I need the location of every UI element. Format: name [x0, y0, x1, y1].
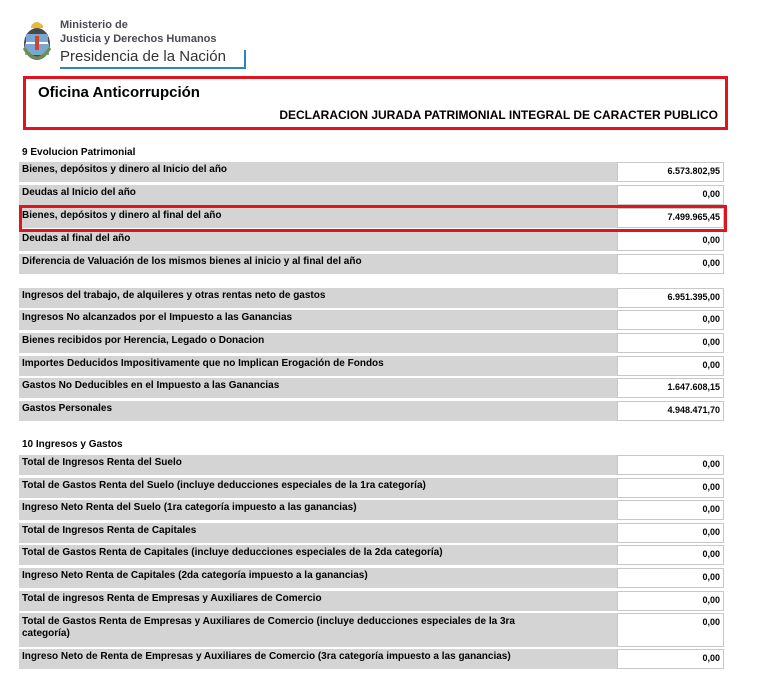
row-value: 0,00	[617, 500, 724, 520]
ministry-line1: Ministerio de	[60, 19, 128, 31]
table-row: Importes Deducidos Impositivamente que n…	[19, 356, 724, 376]
row-label: Total de Gastos Renta de Capitales (incl…	[19, 545, 617, 565]
header-highlight-box: Oficina Anticorrupción DECLARACION JURAD…	[23, 76, 728, 130]
row-label: Ingresos del trabajo, de alquileres y ot…	[19, 288, 617, 308]
argentina-shield-icon	[22, 22, 52, 60]
table-row: Deudas al Inicio del año 0,00	[19, 185, 724, 205]
row-label: Ingreso Neto Renta de Capitales (2da cat…	[19, 568, 617, 588]
row-label: Importes Deducidos Impositivamente que n…	[19, 356, 617, 376]
row-value: 0,00	[617, 185, 724, 205]
office-title: Oficina Anticorrupción	[38, 84, 200, 101]
row-value: 0,00	[617, 568, 724, 588]
row-label: Bienes recibidos por Herencia, Legado o …	[19, 333, 617, 353]
ministry-logo: Ministerio de Justicia y Derechos Humano…	[22, 14, 246, 74]
table-row: Ingreso Neto de Renta de Empresas y Auxi…	[19, 649, 724, 669]
logo-divider	[244, 50, 246, 69]
declaration-title: DECLARACION JURADA PATRIMONIAL INTEGRAL …	[279, 108, 718, 122]
row-value: 0,00	[617, 545, 724, 565]
row-label: Total de Ingresos Renta del Suelo	[19, 455, 617, 475]
row-label-text: Total de Gastos Renta de Empresas y Auxi…	[22, 616, 515, 639]
table-row: Total de ingresos Renta de Empresas y Au…	[19, 591, 724, 611]
row-label: Total de Gastos Renta del Suelo (incluye…	[19, 478, 617, 498]
row-value: 6.573.802,95	[617, 162, 724, 182]
row-label: Total de ingresos Renta de Empresas y Au…	[19, 591, 617, 611]
table-row: Bienes recibidos por Herencia, Legado o …	[19, 333, 724, 353]
table-row: Gastos No Deducibles en el Impuesto a la…	[19, 378, 724, 398]
row-label: Ingreso Neto de Renta de Empresas y Auxi…	[19, 649, 617, 669]
table-row: Ingresos del trabajo, de alquileres y ot…	[19, 288, 724, 308]
row-label: Gastos Personales	[19, 401, 617, 421]
presidency-name: Presidencia de la Nación	[60, 48, 226, 65]
row-value: 6.951.395,00	[617, 288, 724, 308]
logo-underline	[60, 67, 244, 69]
row-label: Bienes, depósitos y dinero al Inicio del…	[19, 162, 617, 182]
row-value: 0,00	[617, 356, 724, 376]
row-value: 4.948.471,70	[617, 401, 724, 421]
section-10-title: 10 Ingresos y Gastos	[22, 439, 123, 450]
table-row: Ingreso Neto Renta de Capitales (2da cat…	[19, 568, 724, 588]
row-value: 0,00	[617, 455, 724, 475]
table-row: Ingreso Neto Renta del Suelo (1ra catego…	[19, 500, 724, 520]
table-row: Deudas al final del año 0,00	[19, 231, 724, 251]
table-row: Gastos Personales 4.948.471,70	[19, 401, 724, 421]
row-label: Deudas al Inicio del año	[19, 185, 617, 205]
row-value: 0,00	[617, 523, 724, 543]
row-label: Gastos No Deducibles en el Impuesto a la…	[19, 378, 617, 398]
row-label: Ingreso Neto Renta del Suelo (1ra catego…	[19, 500, 617, 520]
section-9-title: 9 Evolucion Patrimonial	[22, 147, 136, 158]
ministry-line2: Justicia y Derechos Humanos	[60, 33, 217, 45]
table-row: Ingresos No alcanzados por el Impuesto a…	[19, 310, 724, 330]
table-row: Total de Gastos Renta de Capitales (incl…	[19, 545, 724, 565]
highlight-box-final-assets	[19, 205, 727, 232]
row-label: Ingresos No alcanzados por el Impuesto a…	[19, 310, 617, 330]
row-value: 0,00	[617, 613, 724, 647]
table-row: Total de Ingresos Renta de Capitales 0,0…	[19, 523, 724, 543]
table-row: Total de Ingresos Renta del Suelo 0,00	[19, 455, 724, 475]
row-value: 0,00	[617, 649, 724, 669]
table-row: Diferencia de Valuación de los mismos bi…	[19, 254, 724, 274]
row-value: 0,00	[617, 591, 724, 611]
row-value: 0,00	[617, 333, 724, 353]
row-label: Total de Gastos Renta de Empresas y Auxi…	[19, 613, 617, 647]
row-value: 1.647.608,15	[617, 378, 724, 398]
row-label: Diferencia de Valuación de los mismos bi…	[19, 254, 617, 274]
table-row: Total de Gastos Renta del Suelo (incluye…	[19, 478, 724, 498]
table-row: Bienes, depósitos y dinero al Inicio del…	[19, 162, 724, 182]
row-label: Deudas al final del año	[19, 231, 617, 251]
row-value: 0,00	[617, 231, 724, 251]
row-value: 0,00	[617, 254, 724, 274]
row-value: 0,00	[617, 310, 724, 330]
row-label: Total de Ingresos Renta de Capitales	[19, 523, 617, 543]
row-value: 0,00	[617, 478, 724, 498]
table-row: Total de Gastos Renta de Empresas y Auxi…	[19, 613, 724, 647]
